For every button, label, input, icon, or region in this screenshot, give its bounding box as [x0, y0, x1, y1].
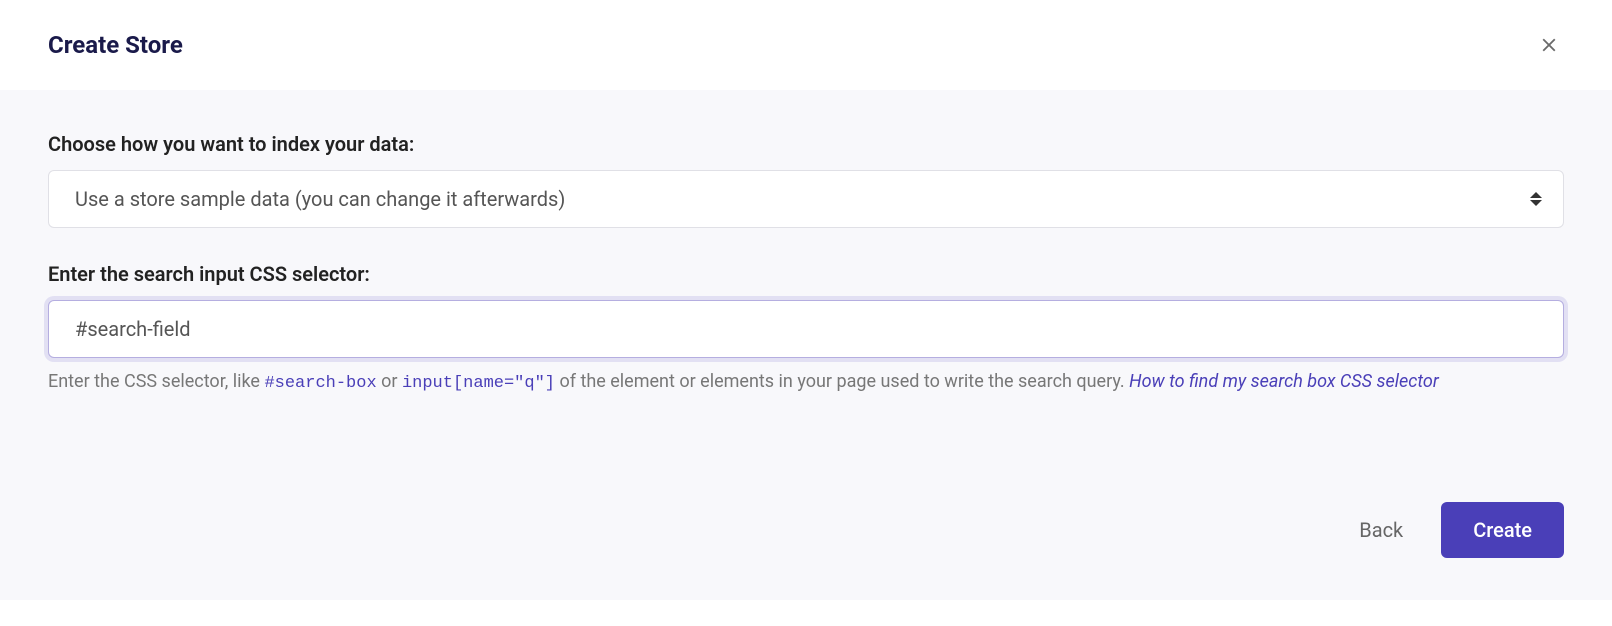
help-text-prefix: Enter the CSS selector, like	[48, 371, 264, 392]
modal-body: Choose how you want to index your data: …	[0, 90, 1612, 600]
modal-header: Create Store	[0, 0, 1612, 90]
help-link[interactable]: How to find my search box CSS selector	[1129, 371, 1439, 392]
modal-footer: Back Create	[1339, 502, 1564, 558]
help-text-suffix: of the element or elements in your page …	[555, 371, 1129, 392]
css-selector-input[interactable]	[48, 300, 1564, 358]
help-text-or: or	[377, 371, 402, 392]
create-button[interactable]: Create	[1441, 502, 1564, 558]
help-code-example-2: input[name="q"]	[402, 374, 555, 393]
index-data-select-wrapper: Use a store sample data (you can change …	[48, 170, 1564, 228]
css-selector-label: Enter the search input CSS selector:	[48, 262, 1564, 286]
close-button[interactable]	[1534, 30, 1564, 60]
index-data-select[interactable]: Use a store sample data (you can change …	[48, 170, 1564, 228]
help-code-example-1: #search-box	[264, 374, 376, 393]
help-text: Enter the CSS selector, like #search-box…	[48, 368, 1564, 397]
modal-title: Create Store	[48, 31, 183, 59]
back-button[interactable]: Back	[1339, 502, 1423, 558]
close-icon	[1538, 34, 1560, 56]
index-data-label: Choose how you want to index your data:	[48, 132, 1564, 156]
